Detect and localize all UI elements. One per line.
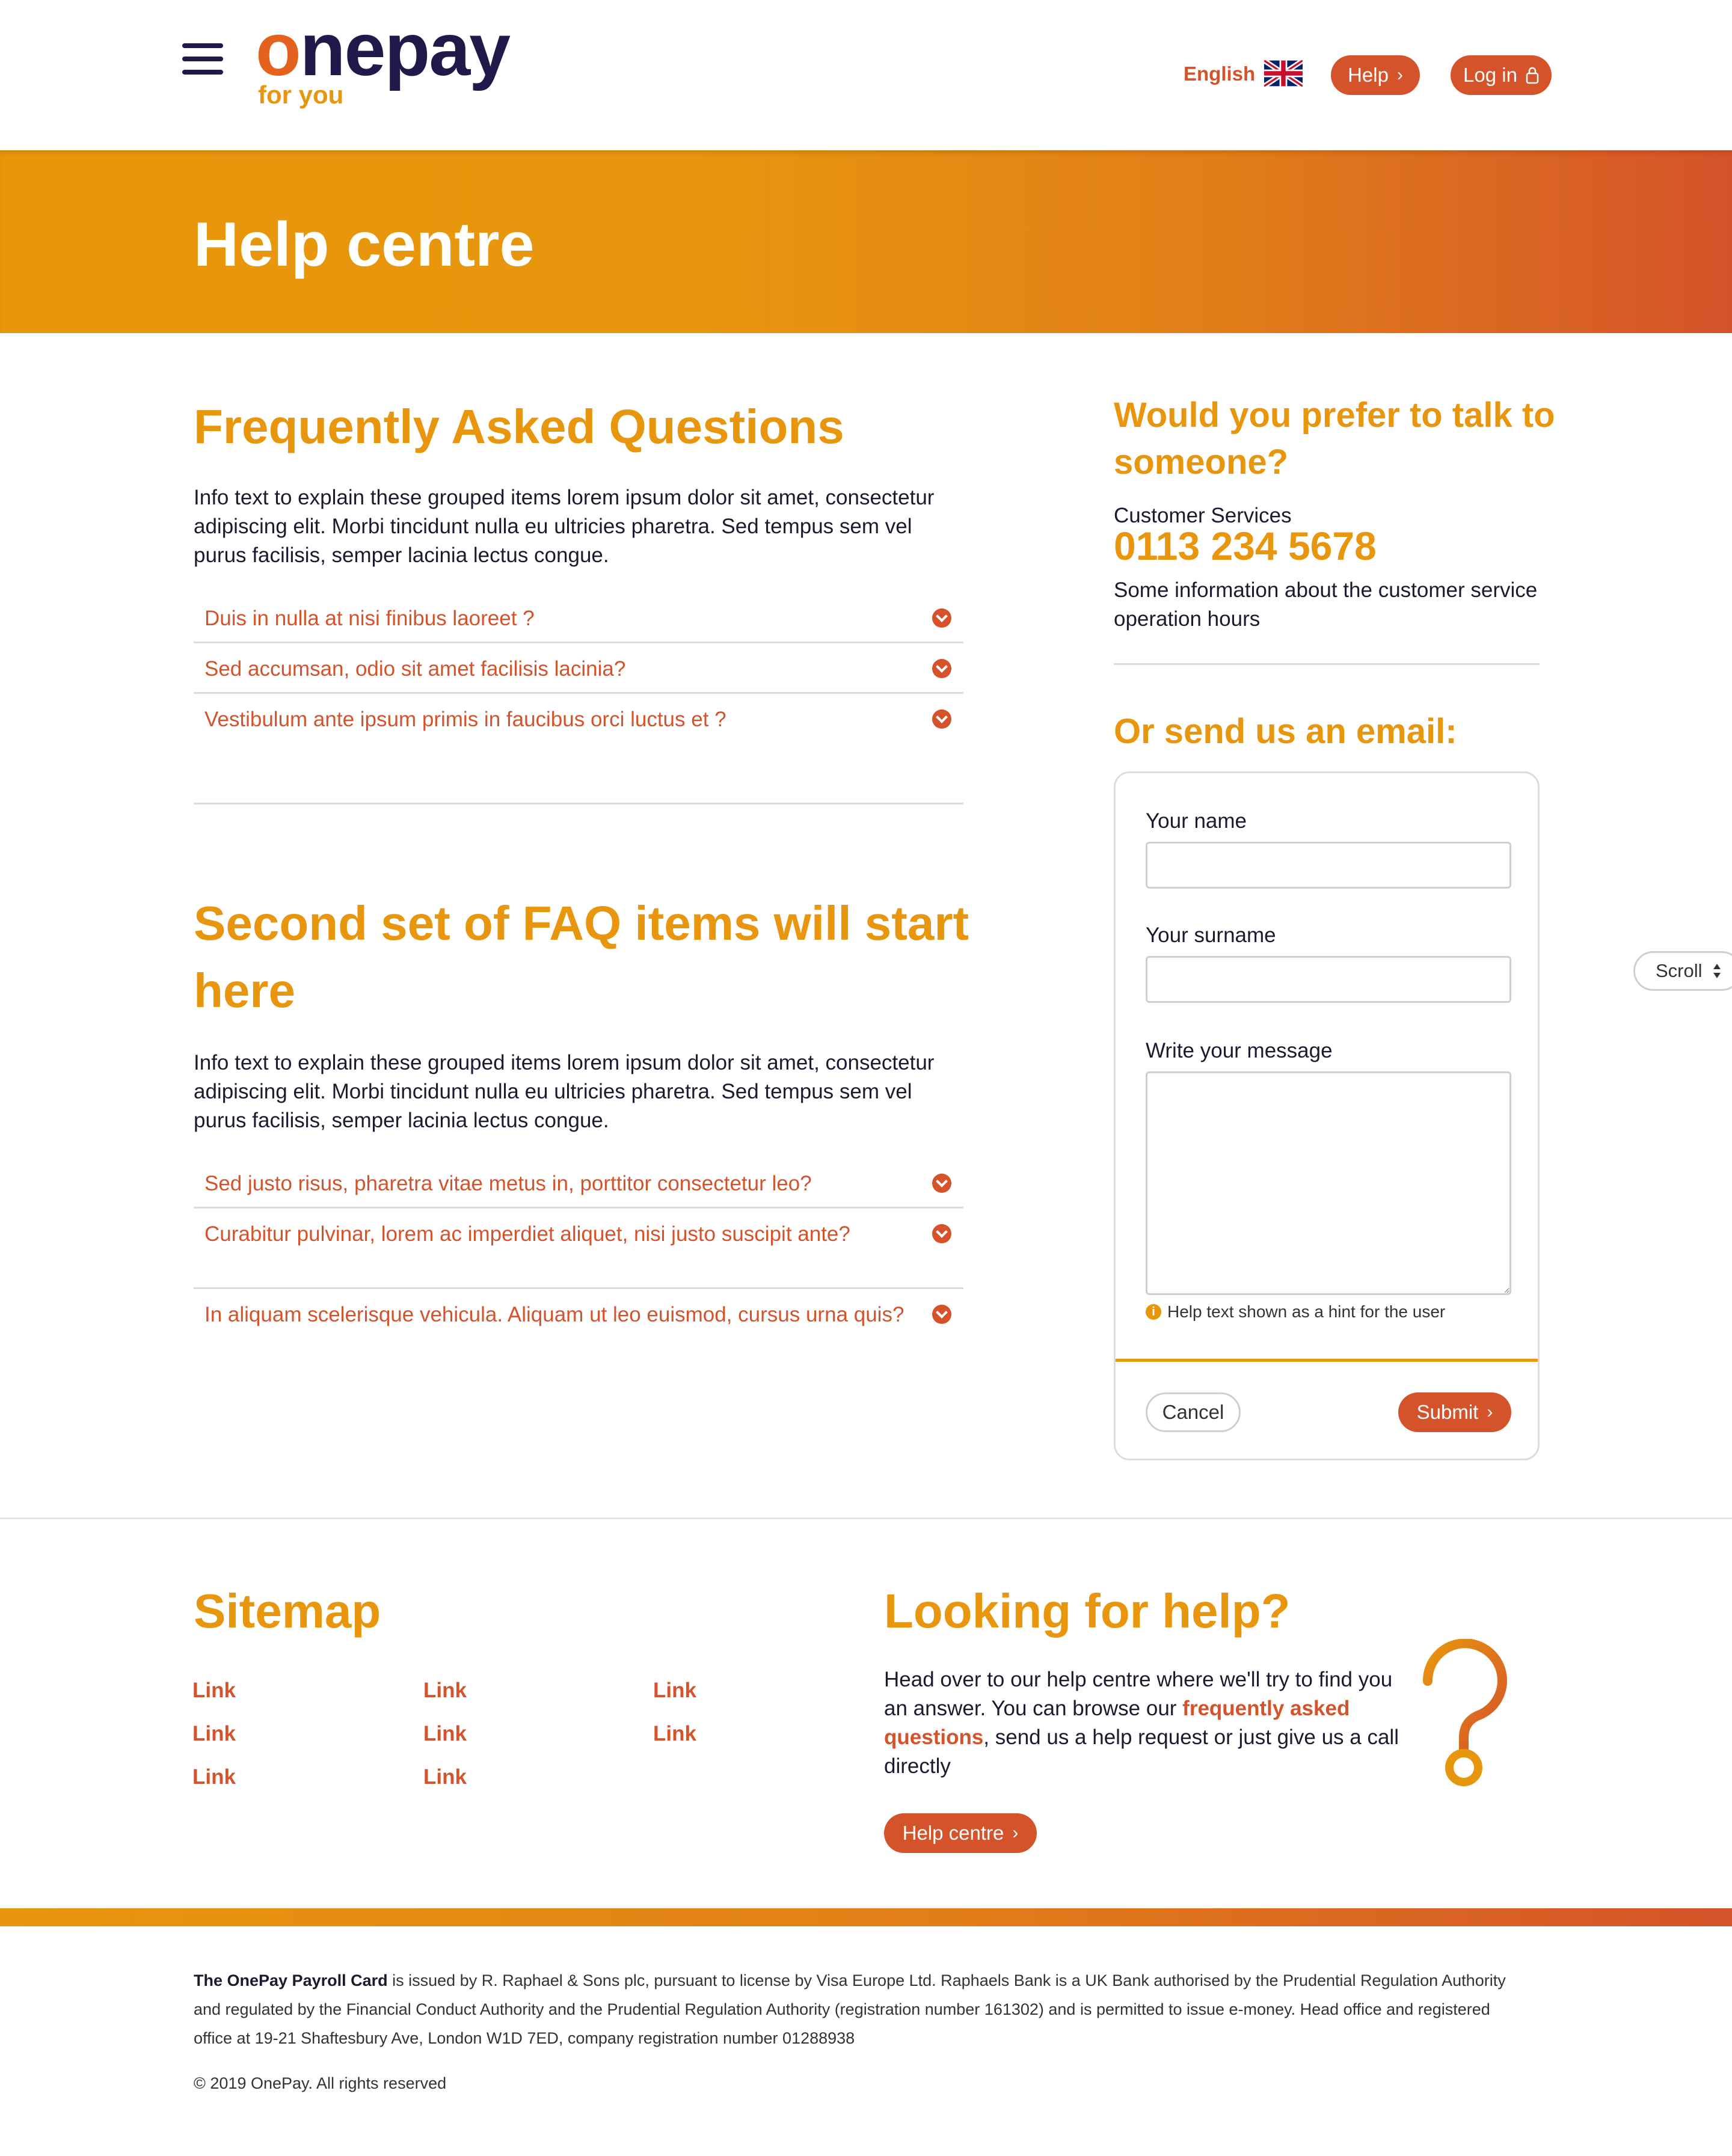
- submit-button-label: Submit: [1416, 1401, 1479, 1423]
- name-input[interactable]: [1146, 842, 1511, 889]
- scroll-control[interactable]: Scroll: [1633, 951, 1732, 991]
- form-footer-rule: [1116, 1359, 1538, 1362]
- footer-gradient-bar: [0, 1908, 1732, 1926]
- language-selector[interactable]: English: [1184, 63, 1255, 85]
- page-title: Help centre: [194, 210, 535, 280]
- sitemap-link[interactable]: Link: [423, 1722, 467, 1746]
- faq-question: Duis in nulla at nisi finibus laoreet ?: [204, 607, 535, 630]
- sitemap-link[interactable]: Link: [653, 1679, 696, 1703]
- legal-text: The OnePay Payroll Card is issued by R. …: [194, 1966, 1529, 2053]
- contact-form: Your name Your surname Write your messag…: [1114, 771, 1540, 1460]
- question-mark-icon: [1422, 1639, 1507, 1786]
- sitemap-link[interactable]: Link: [653, 1722, 696, 1746]
- message-textarea[interactable]: [1146, 1071, 1511, 1295]
- help-centre-button[interactable]: Help centre ›: [884, 1813, 1037, 1853]
- submit-button[interactable]: Submit ›: [1398, 1392, 1511, 1432]
- faq-question: In aliquam scelerisque vehicula. Aliquam…: [204, 1303, 904, 1326]
- site-header: onepay for you English Help › Log in: [0, 0, 1732, 150]
- faq-item[interactable]: Curabitur pulvinar, lorem ac imperdiet a…: [194, 1208, 963, 1289]
- contact-title: Would you prefer to talk to someone?: [1114, 396, 1555, 482]
- chevron-down-circle-icon: [932, 1174, 951, 1193]
- login-button[interactable]: Log in: [1451, 55, 1552, 95]
- onepay-logo[interactable]: onepay for you: [256, 8, 511, 121]
- faq-item[interactable]: In aliquam scelerisque vehicula. Aliquam…: [194, 1289, 963, 1370]
- copyright: © 2019 OnePay. All rights reserved: [194, 2074, 447, 2092]
- chevron-right-icon: ›: [1396, 65, 1403, 85]
- chevron-down-circle-icon: [932, 1305, 951, 1324]
- logo-wordmark: onepay: [256, 8, 511, 91]
- logo-tagline: for you: [258, 81, 344, 109]
- hero-banner: Help centre: [0, 150, 1732, 333]
- faq-item[interactable]: Sed accumsan, odio sit amet facilisis la…: [194, 643, 963, 694]
- faq-item[interactable]: Vestibulum ante ipsum primis in faucibus…: [194, 694, 963, 744]
- section-divider: [194, 803, 963, 804]
- email-title: Or send us an email:: [1114, 712, 1457, 751]
- faq-title: Frequently Asked Questions: [194, 400, 844, 453]
- surname-label: Your surname: [1146, 923, 1276, 947]
- message-label: Write your message: [1146, 1039, 1333, 1062]
- menu-icon[interactable]: [182, 43, 226, 76]
- form-hint: i Help text shown as a hint for the user: [1146, 1302, 1445, 1321]
- chevron-down-circle-icon: [932, 659, 951, 678]
- service-hours-text: Some information about the customer serv…: [1114, 578, 1538, 631]
- footer-separator: [0, 1517, 1732, 1519]
- sitemap-title: Sitemap: [194, 1584, 381, 1638]
- contact-divider: [1114, 663, 1540, 665]
- cancel-button[interactable]: Cancel: [1146, 1392, 1241, 1432]
- scroll-label: Scroll: [1656, 960, 1703, 981]
- faq-item[interactable]: Sed justo risus, pharetra vitae metus in…: [194, 1164, 963, 1208]
- faq-title: Second set of FAQ items will start here: [194, 896, 969, 1017]
- sort-icon: [1713, 964, 1721, 978]
- help-button-label: Help: [1348, 64, 1389, 86]
- faq-question: Vestibulum ante ipsum primis in faucibus…: [204, 708, 726, 731]
- help-centre-button-label: Help centre: [902, 1822, 1004, 1844]
- chevron-right-icon: ›: [1487, 1402, 1493, 1422]
- faq-intro: Info text to explain these grouped items…: [194, 1051, 935, 1132]
- lock-icon: [1526, 67, 1539, 84]
- sitemap-link[interactable]: Link: [192, 1765, 236, 1789]
- name-label: Your name: [1146, 809, 1247, 833]
- phone-number[interactable]: 0113 234 5678: [1114, 523, 1377, 569]
- surname-input[interactable]: [1146, 956, 1511, 1003]
- legal-bold: The OnePay Payroll Card: [194, 1971, 388, 1989]
- chevron-down-circle-icon: [932, 608, 951, 628]
- sitemap-link[interactable]: Link: [192, 1722, 236, 1746]
- faq-question: Curabitur pulvinar, lorem ac imperdiet a…: [204, 1222, 850, 1246]
- faq-question: Sed accumsan, odio sit amet facilisis la…: [204, 657, 626, 681]
- faq-intro: Info text to explain these grouped items…: [194, 486, 935, 567]
- faq-item[interactable]: Duis in nulla at nisi finibus laoreet ?: [194, 599, 963, 643]
- chevron-down-circle-icon: [932, 709, 951, 729]
- info-icon: i: [1146, 1304, 1161, 1320]
- chevron-down-circle-icon: [932, 1224, 951, 1243]
- chevron-right-icon: ›: [1012, 1823, 1019, 1843]
- faq-question: Sed justo risus, pharetra vitae metus in…: [204, 1172, 812, 1195]
- legal-body: is issued by R. Raphael & Sons plc, purs…: [194, 1971, 1506, 2047]
- hint-text: Help text shown as a hint for the user: [1167, 1302, 1446, 1321]
- sitemap-link[interactable]: Link: [423, 1765, 467, 1789]
- sitemap-link[interactable]: Link: [192, 1679, 236, 1703]
- help-promo-text: Head over to our help centre where we'll…: [884, 1665, 1401, 1781]
- login-button-label: Log in: [1463, 64, 1517, 86]
- help-promo-title: Looking for help?: [884, 1584, 1291, 1638]
- sitemap-link[interactable]: Link: [423, 1679, 467, 1703]
- uk-flag-icon[interactable]: [1264, 60, 1303, 87]
- help-button[interactable]: Help ›: [1331, 55, 1420, 95]
